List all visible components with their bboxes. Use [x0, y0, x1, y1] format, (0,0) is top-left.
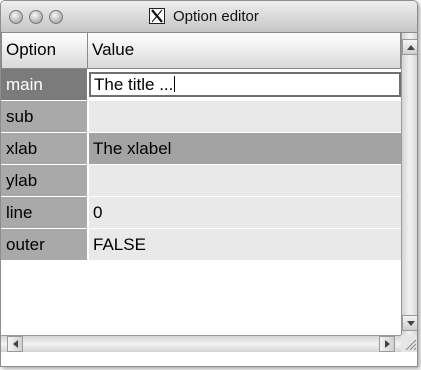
table-row-line[interactable]: line 0 [1, 197, 401, 229]
option-cell[interactable]: main [1, 69, 87, 100]
resize-grip-icon[interactable] [401, 335, 417, 352]
value-cell[interactable]: 0 [89, 197, 401, 228]
option-cell[interactable]: sub [1, 101, 87, 132]
scroll-down-button[interactable] [402, 315, 417, 331]
title-bar[interactable]: Option editor [1, 1, 417, 33]
x11-icon [149, 8, 165, 24]
text-cursor [174, 76, 176, 92]
value-edit-text: The title ... [94, 75, 174, 94]
minimize-window-button[interactable] [29, 10, 43, 24]
option-editor-window: Option editor Option Value main The titl… [0, 0, 418, 367]
option-cell[interactable]: ylab [1, 165, 87, 196]
vertical-scrollbar[interactable] [401, 33, 417, 335]
value-cell[interactable]: FALSE [89, 229, 401, 260]
arrow-up-icon [407, 45, 415, 50]
scroll-right-button[interactable] [379, 336, 395, 352]
horizontal-scrollbar[interactable] [1, 335, 401, 352]
scroll-up-button[interactable] [402, 39, 417, 55]
option-cell[interactable]: outer [1, 229, 87, 260]
zoom-window-button[interactable] [49, 10, 63, 24]
close-window-button[interactable] [9, 10, 23, 24]
table-row-outer[interactable]: outer FALSE [1, 229, 401, 261]
window-title: Option editor [173, 8, 259, 25]
table-row-ylab[interactable]: ylab [1, 165, 401, 197]
arrow-left-icon [13, 340, 18, 348]
table-row-xlab[interactable]: xlab The xlabel [1, 133, 401, 165]
value-cell[interactable] [89, 101, 401, 132]
arrow-right-icon [385, 340, 390, 348]
table-row-main[interactable]: main The title ... [1, 69, 401, 101]
value-cell[interactable]: The xlabel [89, 133, 401, 164]
value-edit-field[interactable]: The title ... [89, 72, 401, 97]
option-cell[interactable]: xlab [1, 133, 87, 164]
scroll-left-button[interactable] [7, 336, 23, 352]
options-table: Option Value main The title ... sub xlab… [1, 33, 401, 335]
value-cell[interactable] [89, 165, 401, 196]
table-row-sub[interactable]: sub [1, 101, 401, 133]
column-header-value[interactable]: Value [88, 33, 401, 69]
arrow-down-icon [407, 321, 415, 326]
option-cell[interactable]: line [1, 197, 87, 228]
column-header-option[interactable]: Option [1, 33, 88, 69]
